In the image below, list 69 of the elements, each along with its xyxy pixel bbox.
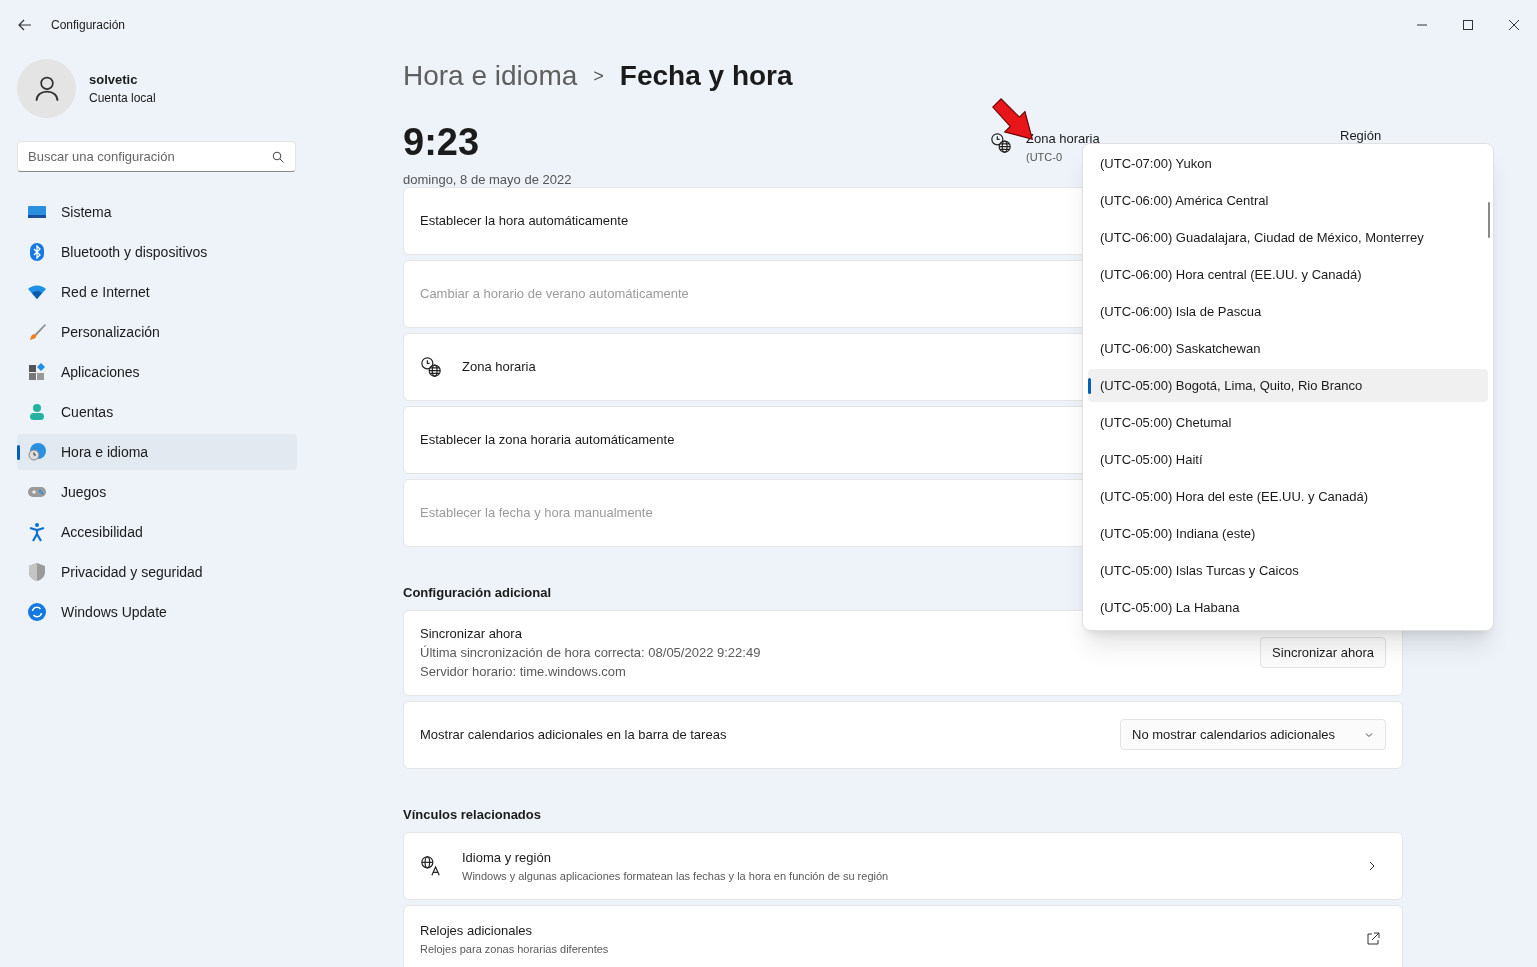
timezone-option[interactable]: (UTC-06:00) Isla de Pascua (1088, 295, 1488, 328)
timezone-option[interactable]: (UTC-05:00) Islas Turcas y Caicos (1088, 554, 1488, 587)
user-name: solvetic (89, 71, 139, 90)
timezone-option[interactable]: (UTC-06:00) Guadalajara, Ciudad de México, Monterrey (1088, 221, 1488, 254)
paintbrush-icon (27, 322, 47, 342)
sidebar-item[interactable]: Accesibilidad (17, 514, 297, 550)
search-field[interactable]: Buscar una configuración (17, 141, 296, 172)
timezone-option[interactable]: (UTC-05:00) Indiana (este) (1088, 517, 1488, 550)
sidebar-item[interactable]: Privacidad y seguridad (17, 554, 297, 590)
clock-globe-icon (990, 132, 1012, 154)
sync-now-button[interactable]: Sincronizar ahora (1260, 637, 1386, 668)
search-icon (272, 151, 284, 163)
sidebar-item[interactable]: Juegos (17, 474, 297, 510)
timezone-option[interactable]: (UTC-06:00) América Central (1088, 184, 1488, 217)
setting-label: Establecer la fecha y hora manualmente (420, 504, 653, 523)
section-heading: Configuración adicional (403, 584, 553, 602)
link-title: Relojes adicionales (420, 922, 533, 940)
link-description: Relojes para zonas horarias diferentes (420, 941, 609, 957)
calendar-setting-label: Mostrar calendarios adicionales en la barra de tareas (420, 725, 727, 744)
timezone-option[interactable]: (UTC-05:00) Hora del este (EE.UU. y Canadá) (1088, 480, 1488, 513)
section-heading: Vínculos relacionados (403, 805, 542, 824)
window-title: Configuración (51, 17, 126, 33)
region-label: Región (1340, 127, 1382, 145)
shield-icon (27, 562, 47, 582)
setting-label: Establecer la hora automáticamente (420, 212, 629, 231)
sidebar-item[interactable]: Bluetooth y dispositivos (17, 234, 297, 270)
update-icon (27, 602, 47, 622)
sidebar-item[interactable]: Windows Update (17, 594, 297, 630)
sync-title: Sincronizar ahora (420, 625, 523, 643)
sidebar-item[interactable]: Cuentas (17, 394, 297, 430)
clock-globe-icon (420, 356, 442, 378)
time-server-text: Servidor horario: time.windows.com (420, 663, 627, 681)
current-time: 9:23 (403, 120, 481, 164)
breadcrumb-separator: > (593, 64, 604, 88)
timezone-option[interactable]: (UTC-05:00) Bogotá, Lima, Quito, Rio Branco (1088, 369, 1488, 402)
timezone-option[interactable]: (UTC-07:00) Yukon (1088, 147, 1488, 180)
timezone-option[interactable]: (UTC-06:00) Hora central (EE.UU. y Canadá) (1088, 258, 1488, 291)
external-link-icon[interactable] (1366, 932, 1380, 946)
sidebar-item[interactable]: Hora e idioma (17, 434, 297, 470)
clock-globe-icon (27, 442, 47, 462)
setting-label: Establecer la zona horaria automáticamente (420, 431, 675, 450)
sidebar-item[interactable]: Personalización (17, 314, 297, 350)
back-arrow-icon[interactable] (17, 17, 33, 33)
current-date: domingo, 8 de mayo de 2022 (403, 171, 573, 189)
last-sync-text: Última sincronización de hora correcta: 08/05/2022 9:22:49 (420, 644, 761, 662)
setting-label: Cambiar a horario de verano automáticamente (420, 285, 689, 304)
close-icon (1509, 20, 1519, 30)
breadcrumb-parent[interactable]: Hora e idioma (403, 55, 578, 97)
maximize-icon (1463, 20, 1473, 30)
language-icon (420, 855, 442, 877)
timezone-option[interactable]: (UTC-06:00) Saskatchewan (1088, 332, 1488, 365)
calendar-dropdown[interactable]: No mostrar calendarios adicionales (1120, 719, 1386, 750)
apps-icon (27, 362, 47, 382)
link-description: Windows y algunas aplicaciones formatean las fechas y la hora en función de su región (462, 868, 889, 884)
timezone-option[interactable]: (UTC-05:00) La Habana (1088, 591, 1488, 624)
scrollbar-thumb[interactable] (1488, 202, 1490, 238)
timezone-value: (UTC-0 (1026, 149, 1064, 165)
person-icon (27, 402, 47, 422)
timezone-option[interactable]: (UTC-05:00) Chetumal (1088, 406, 1488, 439)
sidebar-item[interactable]: Red e Internet (17, 274, 297, 310)
link-title: Idioma y región (462, 849, 552, 867)
sidebar-item[interactable]: Sistema (17, 194, 297, 230)
page-title: Fecha y hora (619, 59, 793, 93)
timezone-option[interactable]: (UTC-05:00) Haití (1088, 443, 1488, 476)
bluetooth-icon (27, 242, 47, 262)
account-type: Cuenta local (89, 89, 156, 106)
sidebar-item[interactable]: Aplicaciones (17, 354, 297, 390)
setting-label: Zona horaria (462, 358, 536, 377)
accessibility-icon (27, 522, 47, 542)
